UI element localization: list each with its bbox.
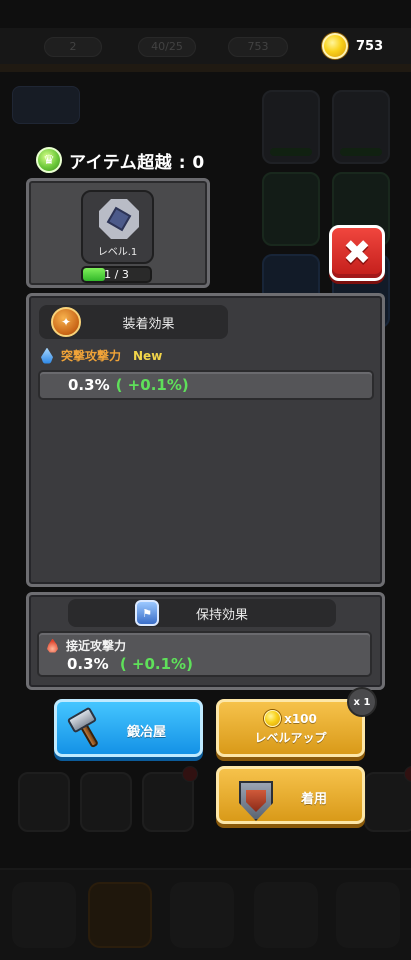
shield-icon <box>239 781 273 821</box>
equip-button[interactable]: 着用 <box>216 766 365 824</box>
transcendence-badge-icon: ♛ <box>36 147 62 173</box>
level-up-cost-label: x100 <box>284 711 317 726</box>
hammer-icon <box>65 706 105 749</box>
item-level-label: レベル.1 <box>97 247 138 258</box>
item-frame: レベル.1 1 / 3 <box>26 178 210 288</box>
retain-effect-header: ⚑ 保持効果 <box>68 599 336 627</box>
water-drop-icon <box>41 347 53 364</box>
multiplier-badge[interactable]: x 1 <box>347 687 377 717</box>
smith-button[interactable]: 鍛冶屋 <box>54 699 203 757</box>
equip-effect-title: 装着効果 <box>122 316 175 332</box>
retain-effect-current-value: 0.3% <box>67 655 109 673</box>
equip-effect-panel: ✦ 装着効果 突撃攻撃力 New 0.3% ( +0.1%) <box>26 293 385 587</box>
currency-amount: 753 <box>356 38 384 54</box>
level-up-label: レベルアップ <box>254 731 327 745</box>
new-label: New <box>133 348 163 363</box>
retain-effect-values: 0.3% ( +0.1%) <box>67 655 193 673</box>
equip-effect-stat-name: 突撃攻撃力 <box>61 349 122 363</box>
equip-effect-current-value: 0.3% <box>68 376 110 394</box>
transcendence-title: ♛ アイテム超越 : 0 <box>36 146 205 174</box>
flame-icon <box>47 638 58 653</box>
retain-effect-increase-value: ( +0.1%) <box>119 655 193 673</box>
currency-display: 753 <box>322 32 383 60</box>
equip-effect-value-bar: 0.3% ( +0.1%) <box>38 370 374 400</box>
smith-button-label: 鍛冶屋 <box>127 725 167 740</box>
close-button[interactable]: ✖ <box>329 225 385 281</box>
medal-icon: ✦ <box>51 307 81 337</box>
retain-effect-title: 保持効果 <box>195 607 248 623</box>
level-up-button[interactable]: x100 レベルアップ <box>216 699 365 757</box>
badge-icon: ⚑ <box>135 600 159 626</box>
level-up-cost: x100 <box>264 710 317 727</box>
gold-coin-icon <box>264 710 282 727</box>
equip-effect-increase-value: ( +0.1%) <box>115 376 189 394</box>
equip-effect-stat-row: 突撃攻撃力 New <box>41 347 162 364</box>
equip-effect-header: ✦ 装着効果 <box>39 305 228 339</box>
equip-button-label: 着用 <box>301 792 328 807</box>
item-card[interactable]: レベル.1 <box>81 190 154 264</box>
close-icon: ✖ <box>342 233 372 273</box>
item-progress-text: 1 / 3 <box>104 268 129 281</box>
retain-effect-stat-row: 接近攻撃力 <box>47 637 126 654</box>
gold-coin-icon <box>322 33 348 59</box>
armor-plate-icon <box>99 199 139 239</box>
item-progress-bar: 1 / 3 <box>81 266 152 283</box>
retain-effect-stat-name: 接近攻撃力 <box>66 639 127 653</box>
transcendence-label: アイテム超越 : 0 <box>69 152 205 173</box>
retain-effect-value-box: 接近攻撃力 0.3% ( +0.1%) <box>37 631 372 677</box>
